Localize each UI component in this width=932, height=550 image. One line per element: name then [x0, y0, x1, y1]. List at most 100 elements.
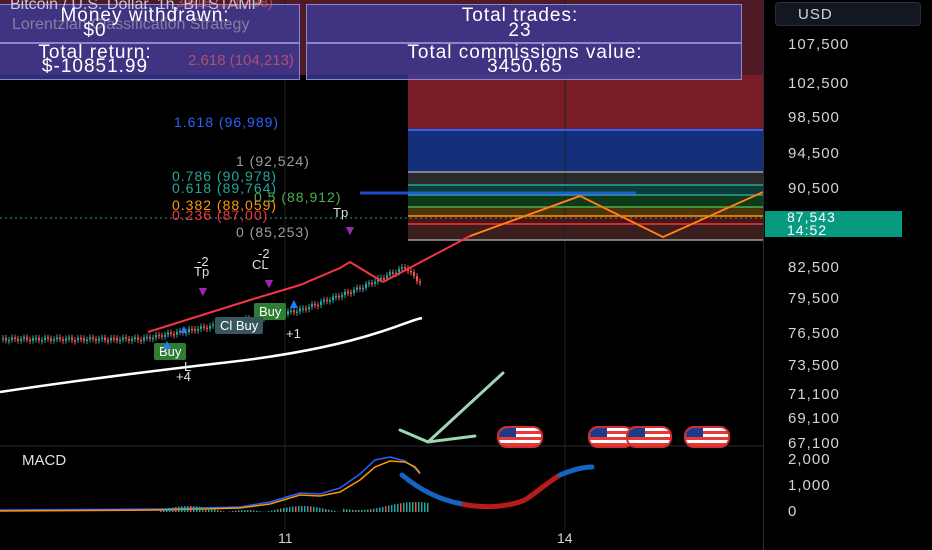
candle-body	[356, 287, 358, 290]
histogram-bar	[409, 502, 411, 512]
histogram-bar	[373, 508, 375, 512]
signal-plus4: +4	[176, 369, 191, 384]
histogram-bar	[181, 506, 183, 512]
us-flag-event-icon-3[interactable]	[626, 426, 672, 448]
histogram-bar	[223, 511, 225, 512]
total-commissions-value: 3450.65	[487, 56, 563, 77]
histogram-bar	[352, 509, 354, 512]
macd-histogram	[160, 502, 429, 512]
candle-body	[371, 282, 373, 285]
histogram-bar	[247, 510, 249, 512]
candle-body	[146, 336, 148, 339]
candle-body	[50, 338, 52, 341]
orange-fib-zone	[408, 207, 763, 216]
candle-body	[200, 326, 202, 329]
histogram-bar	[259, 511, 261, 512]
candle-body	[365, 283, 367, 288]
histogram-bar	[166, 508, 168, 512]
histogram-bar	[280, 508, 282, 512]
histogram-bar	[208, 508, 210, 512]
close-buy-signal-tag[interactable]: Cl Buy	[215, 317, 264, 334]
histogram-bar	[388, 505, 390, 512]
candle-body	[308, 306, 310, 310]
histogram-bar	[232, 510, 234, 512]
last-price-tag[interactable]: 87,543 14:52	[765, 210, 902, 237]
candle-body	[209, 325, 211, 329]
price-chart[interactable]	[0, 0, 763, 550]
candle-body	[323, 299, 325, 302]
total-return-value: $-10851.99	[41, 56, 149, 77]
candle-body	[320, 301, 322, 305]
histogram-bar	[400, 503, 402, 512]
candle-body	[311, 303, 313, 307]
us-flag-event-icon-1[interactable]	[497, 426, 543, 448]
candle-body	[194, 329, 196, 331]
candle-body	[116, 338, 118, 341]
histogram-bar	[238, 510, 240, 512]
us-flag-event-icon-4[interactable]	[684, 426, 730, 448]
candle-body	[74, 340, 76, 342]
candle-body	[314, 303, 316, 306]
candle-body	[92, 337, 94, 340]
green-fib-zone	[408, 195, 763, 207]
histogram-bar	[256, 510, 258, 512]
price-tick: 76,500	[788, 325, 840, 342]
histogram-bar	[163, 509, 165, 512]
candle-body	[332, 296, 334, 301]
candle-body	[122, 337, 124, 340]
histogram-bar	[172, 507, 174, 512]
candle-body	[167, 332, 169, 335]
histogram-bar	[334, 510, 336, 512]
histogram-bar	[331, 510, 333, 512]
candle-body	[341, 294, 343, 298]
candle-body	[65, 338, 67, 341]
histogram-bar	[313, 506, 315, 512]
histogram-bar	[319, 507, 321, 512]
histogram-bar	[283, 507, 285, 512]
candle-body	[86, 339, 88, 342]
histogram-bar	[370, 509, 372, 512]
candle-body	[35, 337, 37, 340]
candle-body	[380, 277, 382, 280]
histogram-bar	[241, 510, 243, 512]
histogram-bar	[397, 503, 399, 512]
candle-body	[350, 292, 352, 294]
histogram-bar	[355, 509, 357, 512]
histogram-bar	[244, 510, 246, 512]
candle-body	[413, 271, 415, 277]
histogram-bar	[178, 506, 180, 512]
sell-arrow-icon-2: ▼	[262, 275, 276, 291]
candle-body	[8, 339, 10, 342]
candle-body	[80, 337, 82, 340]
macd-label[interactable]: MACD	[22, 452, 66, 469]
histogram-bar	[295, 506, 297, 512]
currency-button[interactable]: USD	[775, 2, 921, 26]
histogram-bar	[304, 506, 306, 512]
candlesticks	[2, 264, 421, 345]
histogram-bar	[412, 502, 414, 512]
candle-body	[203, 326, 205, 328]
candle-body	[47, 337, 49, 340]
candle-body	[383, 277, 385, 280]
candle-body	[398, 268, 400, 273]
candle-body	[362, 287, 364, 290]
histogram-bar	[205, 507, 207, 512]
histogram-bar	[229, 511, 231, 512]
fib-label-1618: 1.618 (96,989)	[174, 114, 280, 130]
histogram-bar	[418, 502, 420, 512]
candle-body	[338, 295, 340, 298]
histogram-bar	[298, 506, 300, 512]
candle-body	[206, 327, 208, 330]
histogram-bar	[394, 504, 396, 512]
histogram-bar	[202, 507, 204, 512]
histogram-bar	[196, 506, 198, 512]
candle-body	[107, 339, 109, 342]
histogram-bar	[349, 509, 351, 512]
macd-tick: 0	[788, 503, 798, 520]
hand-drawn-arrow-icon	[398, 371, 505, 444]
candle-body	[98, 338, 100, 341]
histogram-bar	[385, 506, 387, 512]
candle-body	[140, 339, 142, 342]
histogram-bar	[271, 510, 273, 512]
histogram-bar	[343, 508, 345, 512]
